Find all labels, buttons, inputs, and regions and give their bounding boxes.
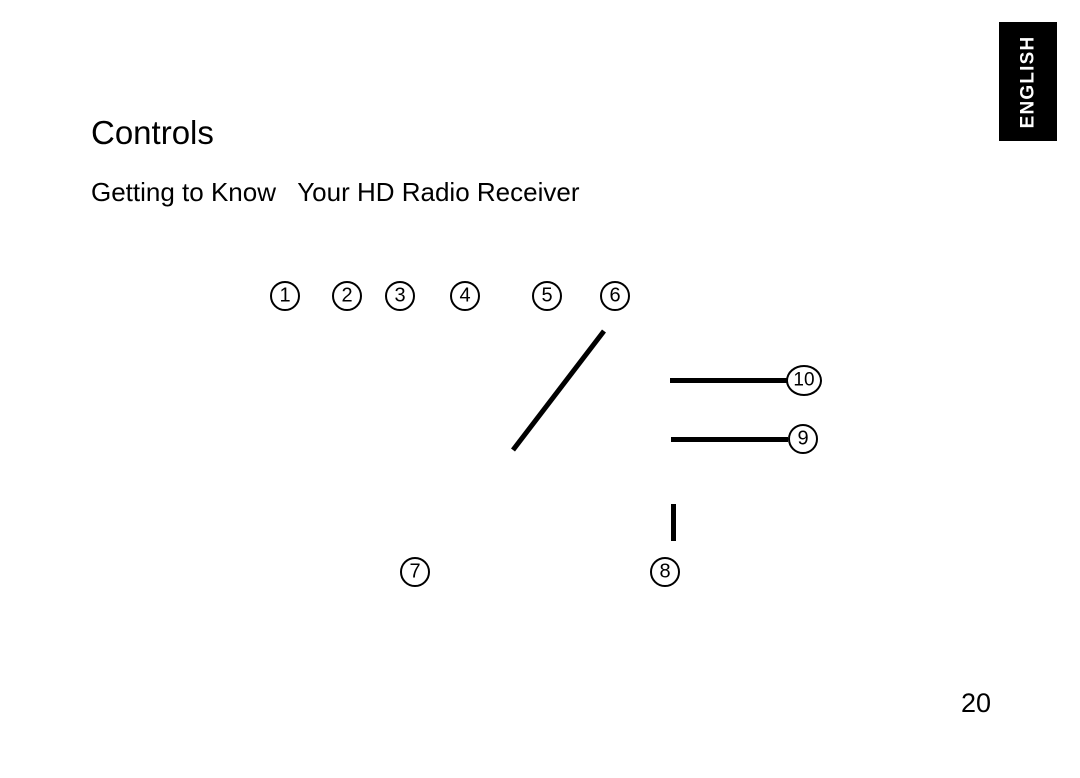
callout-number-2: 2 (332, 281, 362, 311)
language-tab-english: ENGLISH (999, 22, 1057, 141)
page-title: Controls (91, 114, 214, 151)
callout-number-8-label: 8 (659, 560, 671, 583)
callout-number-9-label: 9 (797, 427, 809, 450)
callout-number-9: 9 (788, 424, 818, 454)
leader-line-leader-9 (671, 437, 788, 442)
callout-number-7: 7 (400, 557, 430, 587)
callout-number-6-label: 6 (609, 284, 621, 307)
language-tab-label: ENGLISH (1017, 35, 1039, 128)
callout-number-5-label: 5 (541, 284, 553, 307)
callout-number-6: 6 (600, 281, 630, 311)
callout-number-4: 4 (450, 281, 480, 311)
callout-number-1: 1 (270, 281, 300, 311)
manual-page: ENGLISH Controls Getting to Know Your HD… (0, 0, 1080, 778)
callout-number-3-label: 3 (394, 284, 406, 307)
callout-number-5: 5 (532, 281, 562, 311)
callout-number-10: 10 (786, 364, 822, 396)
leader-line-leader-6 (511, 329, 606, 452)
callout-number-4-label: 4 (459, 284, 471, 307)
leader-line-leader-8 (671, 504, 676, 541)
callout-number-10-label: 10 (793, 369, 815, 390)
callout-number-7-label: 7 (409, 560, 421, 583)
callout-number-1-label: 1 (279, 284, 291, 307)
callout-number-8: 8 (650, 557, 680, 587)
leader-line-leader-10 (670, 378, 788, 383)
callout-number-3: 3 (385, 281, 415, 311)
page-number: 20 (961, 688, 992, 718)
callout-number-2-label: 2 (341, 284, 353, 307)
page-subtitle: Getting to Know Your HD Radio Receiver (91, 177, 580, 207)
